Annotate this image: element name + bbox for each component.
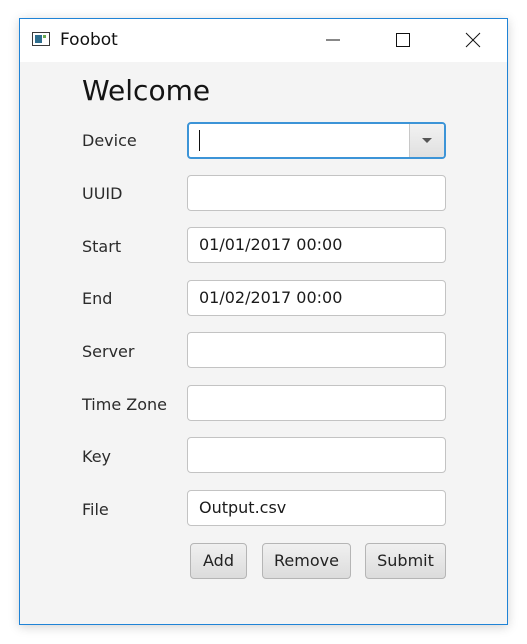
remove-button[interactable]: Remove [262, 543, 351, 579]
end-label: End [82, 289, 113, 308]
key-input[interactable] [187, 437, 446, 473]
server-label: Server [82, 342, 135, 361]
uuid-input[interactable] [187, 175, 446, 211]
time-zone-input[interactable] [187, 385, 446, 421]
file-input[interactable]: Output.csv [187, 490, 446, 526]
chevron-down-icon [422, 138, 432, 143]
add-button[interactable]: Add [190, 543, 247, 579]
app-window-icon [32, 32, 50, 46]
text-caret [199, 130, 200, 151]
start-input[interactable]: 01/01/2017 00:00 [187, 227, 446, 263]
server-input[interactable] [187, 332, 446, 368]
device-label: Device [82, 131, 137, 150]
submit-button[interactable]: Submit [365, 543, 446, 579]
key-label: Key [82, 447, 112, 466]
uuid-label: UUID [82, 184, 123, 203]
device-combobox[interactable] [187, 122, 446, 159]
close-icon [465, 32, 481, 48]
minimize-icon [326, 39, 340, 41]
file-label: File [82, 500, 109, 519]
minimize-button[interactable] [310, 19, 356, 62]
start-label: Start [82, 237, 122, 256]
window-title: Foobot [60, 30, 118, 50]
maximize-button[interactable] [380, 19, 426, 62]
page-title: Welcome [82, 74, 211, 107]
close-button[interactable] [450, 19, 496, 62]
app-window: Foobot Welcome Device UUID Start 01/01/2… [19, 18, 508, 625]
title-bar[interactable]: Foobot [20, 19, 507, 62]
time-zone-label: Time Zone [82, 395, 167, 414]
device-dropdown-button[interactable] [409, 124, 444, 157]
maximize-icon [396, 33, 410, 47]
end-input[interactable]: 01/02/2017 00:00 [187, 280, 446, 316]
